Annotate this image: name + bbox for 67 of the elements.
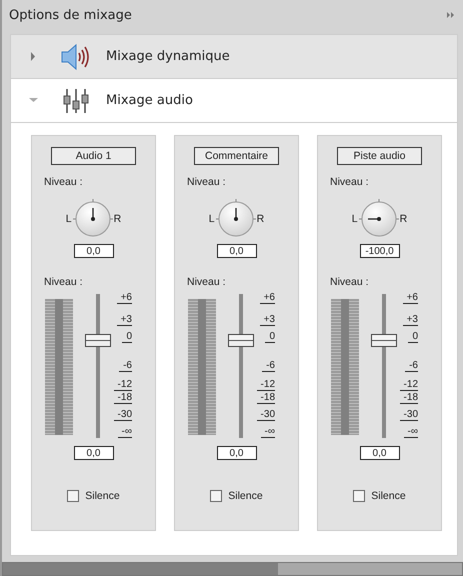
channel-name: Audio 1	[51, 147, 136, 165]
scale-label: +6	[402, 292, 418, 304]
scale-label: -6	[262, 360, 275, 372]
mute-checkbox[interactable]	[353, 490, 366, 502]
left-label: L	[66, 213, 72, 225]
pan-label: Niveau :	[330, 176, 369, 188]
scale-label: 0	[122, 331, 132, 344]
pan-knob[interactable]	[216, 199, 256, 239]
scale-label: +3	[116, 314, 132, 326]
volume-label: Niveau :	[44, 276, 83, 288]
scale-label: +3	[402, 314, 418, 326]
right-label: R	[400, 213, 408, 225]
scale-label: +6	[260, 292, 275, 304]
pan-value-field[interactable]: 0,0	[216, 244, 256, 258]
disclosure-triangle-icon	[29, 96, 38, 105]
scale-label: -6	[119, 360, 132, 372]
pan-label: Niveau :	[44, 176, 83, 188]
disclosure-triangle-icon	[29, 52, 38, 61]
section-label: Mixage audio	[106, 93, 193, 108]
scale-label: 0	[408, 331, 418, 344]
volume-value-field[interactable]: 0,0	[74, 446, 114, 460]
fader-thumb[interactable]	[228, 334, 254, 348]
fader-thumb[interactable]	[371, 334, 397, 348]
left-label: L	[208, 213, 215, 225]
scale-label: -18	[400, 392, 418, 404]
volume-label: Niveau :	[187, 276, 226, 288]
section-label: Mixage dynamique	[106, 49, 230, 64]
scale-label: +6	[116, 292, 132, 304]
scale-label: -30	[114, 408, 132, 421]
scale-label: -18	[256, 392, 275, 404]
volume-label: Niveau :	[330, 276, 369, 288]
scale-label: -∞	[260, 426, 275, 438]
right-label: R	[114, 213, 122, 225]
scale-label: -30	[400, 408, 418, 421]
volume-value-field[interactable]: 0,0	[216, 446, 256, 460]
pan-knob[interactable]	[72, 199, 113, 239]
horizontal-scrollbar[interactable]	[2, 562, 463, 576]
pan-value-field[interactable]: -100,0	[360, 244, 400, 258]
pan-label: Niveau :	[187, 176, 226, 188]
scale-label: -18	[114, 392, 132, 404]
mute-label: Silence	[371, 490, 406, 502]
scale-label: -12	[400, 378, 418, 391]
panel-title: Options de mixage	[9, 8, 132, 22]
fader-thumb[interactable]	[85, 334, 111, 348]
channel-name: Commentaire	[194, 147, 279, 165]
mute-label: Silence	[85, 490, 120, 502]
left-label: L	[352, 213, 358, 225]
volume-value-field[interactable]: 0,0	[360, 446, 400, 460]
mute-checkbox[interactable]	[210, 490, 222, 502]
pan-knob[interactable]	[358, 199, 399, 239]
scale-label: +3	[260, 314, 275, 326]
scale-label: -6	[405, 360, 418, 372]
scale-label: 0	[265, 331, 275, 344]
mute-checkbox[interactable]	[67, 490, 80, 502]
scale-label: -30	[256, 408, 275, 421]
section-header[interactable]: Mixage dynamique	[11, 35, 457, 79]
speaker-icon	[60, 42, 92, 70]
scale-label: -12	[256, 378, 275, 391]
scale-label: -∞	[118, 426, 132, 438]
mute-label: Silence	[228, 490, 263, 502]
expand-icon[interactable]	[447, 12, 455, 18]
scale-label: -∞	[404, 426, 418, 438]
scale-label: -12	[114, 378, 132, 391]
section-header[interactable]: Mixage audio	[11, 79, 457, 123]
channel-name: Piste audio	[337, 147, 422, 165]
right-label: R	[256, 213, 264, 225]
pan-value-field[interactable]: 0,0	[74, 244, 114, 258]
